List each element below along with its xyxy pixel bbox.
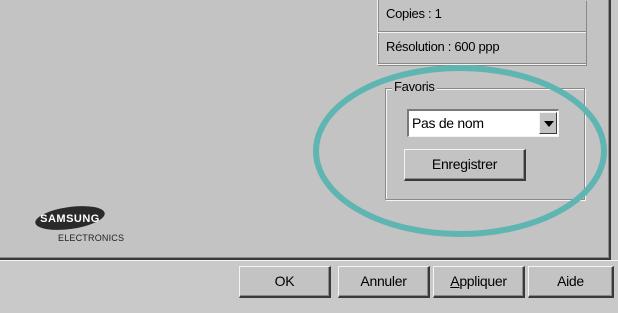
printer-info-box: Copies : 1 Résolution : 600 ppp xyxy=(377,0,586,65)
apply-label: Appliquer xyxy=(450,273,507,289)
favorites-dropdown-value: Pas de nom xyxy=(412,115,484,131)
copies-text: Copies : 1 xyxy=(386,6,442,21)
dropdown-button[interactable] xyxy=(539,112,557,134)
chevron-down-icon xyxy=(544,121,554,127)
logo-subtitle: ELECTRONICS xyxy=(58,233,125,243)
cancel-label: Annuler xyxy=(360,273,407,289)
help-label: Aide xyxy=(557,273,584,289)
favorites-group: Favoris Pas de nom Enregistrer xyxy=(385,79,585,200)
dialog-panel: Copies : 1 Résolution : 600 ppp Favoris … xyxy=(0,0,611,260)
ok-label: OK xyxy=(274,273,295,289)
help-button[interactable]: Aide xyxy=(528,266,614,298)
svg-text:SAMSUNG: SAMSUNG xyxy=(40,213,100,225)
favorites-dropdown[interactable]: Pas de nom xyxy=(407,109,559,137)
resolution-text: Résolution : 600 ppp xyxy=(386,39,500,54)
save-favorite-label: Enregistrer xyxy=(431,156,498,172)
ok-button[interactable]: OK xyxy=(239,266,331,298)
favorites-legend: Favoris xyxy=(392,79,437,94)
panel-divider xyxy=(0,260,618,261)
save-favorite-button[interactable]: Enregistrer xyxy=(404,149,526,181)
apply-button[interactable]: Appliquer xyxy=(433,266,525,298)
info-divider xyxy=(378,31,586,33)
cancel-button[interactable]: Annuler xyxy=(338,266,430,298)
